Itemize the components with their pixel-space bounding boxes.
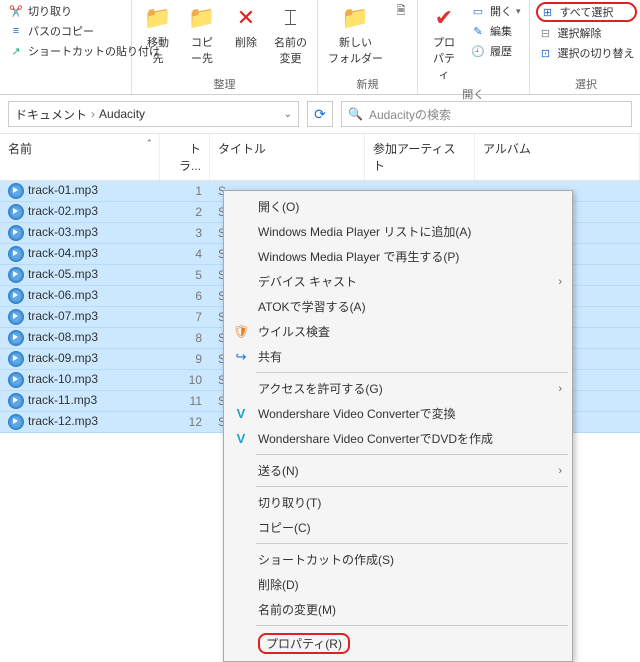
ribbon: ✂️切り取り ≡パスのコピー ↗ショートカットの貼り付け 📁移動先 📁コピー先 … xyxy=(0,0,640,95)
organize-label: 整理 xyxy=(138,74,311,94)
audio-file-icon xyxy=(8,372,24,388)
edit-icon: ✎ xyxy=(470,23,486,39)
chevron-right-icon: › xyxy=(558,276,562,288)
audio-file-icon xyxy=(8,288,24,304)
search-input[interactable]: 🔍 Audacityの検索 xyxy=(341,101,632,127)
new-folder-icon: 📁 xyxy=(340,4,372,32)
ribbon-select-group: ⊞すべて選択 ⊟選択解除 ⊡選択の切り替え 選択 xyxy=(530,0,640,94)
shield-icon: 🛡 xyxy=(232,323,250,341)
audio-file-icon xyxy=(8,330,24,346)
open-icon: ▭ xyxy=(470,3,486,19)
delete-button[interactable]: ✕削除 xyxy=(226,2,266,52)
rename-icon: ⌶ xyxy=(275,4,307,32)
move-to-button[interactable]: 📁移動先 xyxy=(138,2,178,68)
new-folder-button[interactable]: 📁新しい フォルダー xyxy=(324,2,387,68)
chevron-down-icon[interactable]: ⌄ xyxy=(284,109,292,120)
wondershare-icon: V xyxy=(232,405,250,423)
search-icon: 🔍 xyxy=(348,107,363,121)
select-label: 選択 xyxy=(536,74,637,94)
move-icon: 📁 xyxy=(142,4,174,32)
history-icon: 🕘 xyxy=(470,43,486,59)
table-header: 名前 トラ... タイトル 参加アーティスト アルバム xyxy=(0,133,640,181)
ribbon-clipboard-group: ✂️切り取り ≡パスのコピー ↗ショートカットの貼り付け xyxy=(0,0,132,94)
scissors-icon: ✂️ xyxy=(8,3,24,19)
wondershare-icon: V xyxy=(232,430,250,448)
audio-file-icon xyxy=(8,309,24,325)
select-none-icon: ⊟ xyxy=(538,25,554,41)
ctx-wmp-play[interactable]: Windows Media Player で再生する(P) xyxy=(226,244,570,269)
invert-icon: ⊡ xyxy=(538,45,554,61)
copy-to-button[interactable]: 📁コピー先 xyxy=(182,2,222,68)
delete-icon: ✕ xyxy=(230,4,262,32)
ctx-cut[interactable]: 切り取り(T) xyxy=(226,490,570,515)
select-all-button[interactable]: ⊞すべて選択 xyxy=(536,2,637,22)
rename-button[interactable]: ⌶名前の 変更 xyxy=(270,2,311,68)
audio-file-icon xyxy=(8,225,24,241)
ribbon-new-group: 📁新しい フォルダー 🗎 新規 xyxy=(318,0,418,94)
context-menu: 開く(O) Windows Media Player リストに追加(A) Win… xyxy=(223,190,573,662)
col-album[interactable]: アルバム xyxy=(475,134,640,180)
col-track[interactable]: トラ... xyxy=(160,134,210,180)
history-button[interactable]: 🕘履歴 xyxy=(468,42,523,60)
ctx-cast[interactable]: デバイス キャスト› xyxy=(226,269,570,294)
ctx-copy[interactable]: コピー(C) xyxy=(226,515,570,540)
ctx-separator xyxy=(256,543,568,544)
breadcrumb[interactable]: ドキュメント › Audacity ⌄ xyxy=(8,101,299,127)
ctx-open[interactable]: 開く(O) xyxy=(226,194,570,219)
ctx-share[interactable]: ↪共有 xyxy=(226,344,570,369)
col-artist[interactable]: 参加アーティスト xyxy=(365,134,475,180)
shortcut-icon: ↗ xyxy=(8,43,24,59)
select-all-icon: ⊞ xyxy=(540,4,556,20)
chevron-right-icon: › xyxy=(558,383,562,395)
refresh-icon: ⟳ xyxy=(314,106,326,123)
ctx-access[interactable]: アクセスを許可する(G)› xyxy=(226,376,570,401)
chevron-right-icon: › xyxy=(91,107,95,121)
copy-icon: 📁 xyxy=(186,4,218,32)
path-icon: ≡ xyxy=(8,23,24,39)
new-item-button[interactable]: 🗎 xyxy=(391,2,411,20)
col-name[interactable]: 名前 xyxy=(0,134,160,180)
open-button[interactable]: ▭開く▾ xyxy=(468,2,523,20)
audio-file-icon xyxy=(8,204,24,220)
select-none-button[interactable]: ⊟選択解除 xyxy=(536,24,637,42)
ribbon-organize-group: 📁移動先 📁コピー先 ✕削除 ⌶名前の 変更 整理 xyxy=(132,0,318,94)
invert-selection-button[interactable]: ⊡選択の切り替え xyxy=(536,44,637,62)
share-icon: ↪ xyxy=(232,348,250,366)
properties-icon: ✔ xyxy=(428,4,460,32)
ctx-rename[interactable]: 名前の変更(M) xyxy=(226,597,570,622)
audio-file-icon xyxy=(8,267,24,283)
ctx-ws-convert[interactable]: VWondershare Video Converterで変換 xyxy=(226,401,570,426)
audio-file-icon xyxy=(8,414,24,430)
audio-file-icon xyxy=(8,183,24,199)
ribbon-open-group: ✔プロパティ ▭開く▾ ✎編集 🕘履歴 開く xyxy=(418,0,530,94)
new-item-icon: 🗎 xyxy=(393,3,409,19)
address-bar: ドキュメント › Audacity ⌄ ⟳ 🔍 Audacityの検索 xyxy=(0,95,640,133)
ctx-separator xyxy=(256,486,568,487)
chevron-right-icon: › xyxy=(558,465,562,477)
ctx-separator xyxy=(256,372,568,373)
ctx-virus[interactable]: 🛡ウイルス検査 xyxy=(226,319,570,344)
edit-button[interactable]: ✎編集 xyxy=(468,22,523,40)
ctx-shortcut[interactable]: ショートカットの作成(S) xyxy=(226,547,570,572)
properties-button[interactable]: ✔プロパティ xyxy=(424,2,464,84)
ctx-delete[interactable]: 削除(D) xyxy=(226,572,570,597)
ctx-wmp-add[interactable]: Windows Media Player リストに追加(A) xyxy=(226,219,570,244)
audio-file-icon xyxy=(8,246,24,262)
ctx-separator xyxy=(256,454,568,455)
col-title[interactable]: タイトル xyxy=(210,134,365,180)
ctx-ws-dvd[interactable]: VWondershare Video ConverterでDVDを作成 xyxy=(226,426,570,451)
new-label: 新規 xyxy=(324,74,411,94)
ctx-send[interactable]: 送る(N)› xyxy=(226,458,570,483)
ctx-properties[interactable]: プロパティ(R) xyxy=(226,629,570,658)
ctx-atok[interactable]: ATOKで学習する(A) xyxy=(226,294,570,319)
ctx-separator xyxy=(256,625,568,626)
refresh-button[interactable]: ⟳ xyxy=(307,101,333,127)
audio-file-icon xyxy=(8,351,24,367)
audio-file-icon xyxy=(8,393,24,409)
